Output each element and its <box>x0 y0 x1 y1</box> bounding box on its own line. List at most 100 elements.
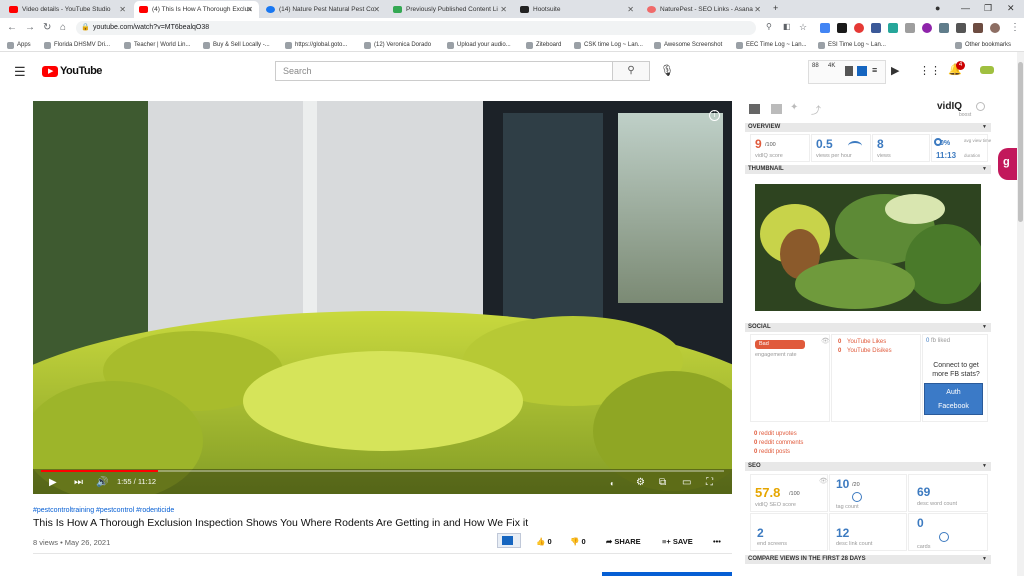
stats-icon[interactable] <box>771 104 782 114</box>
window-close-icon[interactable]: ✕ <box>1007 3 1015 14</box>
play-icon[interactable]: ▶ <box>49 477 57 488</box>
bookmark-item[interactable]: Florida DHSMV Dri... <box>44 39 110 51</box>
avatar[interactable] <box>990 23 1000 33</box>
floating-side-widget[interactable]: g <box>998 148 1018 180</box>
next-icon[interactable]: ⏭ <box>74 477 83 488</box>
bookmark-item[interactable]: Teacher | World Lin... <box>124 39 190 51</box>
desc-link-label: desc link count <box>836 541 873 547</box>
eye-icon[interactable]: 👁 <box>821 337 830 345</box>
close-icon[interactable]: ✕ <box>119 1 126 18</box>
scrollbar[interactable] <box>1017 52 1024 576</box>
tab-search-icon[interactable]: ● <box>935 3 940 13</box>
more-actions-icon[interactable]: ••• <box>713 537 721 546</box>
bookmark-item[interactable]: Awesome Screenshot <box>654 39 722 51</box>
miniplayer-icon[interactable]: ⧉ <box>659 477 666 488</box>
scrollbar-thumb[interactable] <box>1018 62 1023 222</box>
bookmark-item[interactable]: (12) Veronica Dorado <box>364 39 431 51</box>
volume-icon[interactable]: 🔊 <box>96 477 108 488</box>
auth-facebook-button[interactable]: Auth Facebook <box>924 383 983 415</box>
bookmark-item[interactable]: CSK time Log ~ Lan... <box>574 39 643 51</box>
back-icon[interactable]: ← <box>7 22 17 33</box>
bookmark-item[interactable]: Apps <box>7 39 31 51</box>
autoplay-toggle[interactable]: ◐ <box>610 479 615 488</box>
info-icon[interactable]: i <box>709 110 720 121</box>
url-field[interactable]: 🔒 youtube.com/watch?v=MT6bealqO38 <box>76 21 756 35</box>
fullscreen-icon[interactable]: ⛶ <box>706 477 713 488</box>
search-input[interactable]: Search <box>275 61 613 81</box>
section-compare-header[interactable]: COMPARE VIEWS IN THE FIRST 28 DAYS ▼ <box>745 555 991 564</box>
section-seo-header[interactable]: SEO ▼ <box>745 462 991 471</box>
youtube-logo-text[interactable]: YouTube <box>60 65 102 77</box>
vidiq-toolbar[interactable]: 88 4K ≡ <box>808 60 886 84</box>
create-video-icon[interactable]: ▶ <box>891 64 899 77</box>
extension-icon[interactable] <box>888 23 898 33</box>
tab-current-video[interactable]: (4) This Is How A Thorough Exclus ✕ <box>134 1 259 18</box>
chevron-icon[interactable] <box>976 102 985 111</box>
avatar[interactable] <box>980 66 994 74</box>
eye-icon[interactable]: 👁 <box>819 477 828 485</box>
like-button[interactable]: 👍 0 <box>536 537 552 546</box>
bookmark-star-icon[interactable]: ☆ <box>799 22 807 33</box>
share-button[interactable]: ➦ SHARE <box>606 537 641 546</box>
tab-hootsuite[interactable]: Hootsuite ✕ <box>515 1 640 18</box>
forward-icon[interactable]: → <box>25 22 35 33</box>
vidiq-video-button[interactable] <box>497 533 521 548</box>
settings-gear-icon[interactable]: ⚙ <box>636 477 645 488</box>
search-button[interactable]: ⚲ <box>612 61 650 81</box>
bookmark-item[interactable]: Ziteboard <box>526 39 561 51</box>
extension-icon[interactable] <box>820 23 830 33</box>
hamburger-menu-icon[interactable]: ☰ <box>14 64 26 80</box>
close-icon[interactable]: ✕ <box>246 1 253 18</box>
subscribe-button-edge[interactable] <box>602 572 732 576</box>
hashtags[interactable]: #pestcontroltraining #pestcontrol #roden… <box>33 507 174 514</box>
extension-icon[interactable] <box>922 23 932 33</box>
extension-icon[interactable] <box>973 23 983 33</box>
target-icon <box>939 532 949 542</box>
twitter-icon[interactable]: ✦ <box>790 102 798 113</box>
bookmark-item[interactable]: Upload your audio... <box>447 39 511 51</box>
save-button[interactable]: ≡+ SAVE <box>662 537 693 546</box>
tab-asana[interactable]: NaturePest - SEO Links - Asana ✕ <box>642 1 767 18</box>
tab-published-content[interactable]: Previously Published Content Li ✕ <box>388 1 513 18</box>
zoom-icon[interactable]: ⚲ <box>766 22 772 31</box>
extension-icon[interactable] <box>837 23 847 33</box>
section-social-header[interactable]: SOCIAL ▼ <box>745 323 991 332</box>
bookmark-item[interactable]: EEC Time Log ~ Lan... <box>736 39 807 51</box>
reload-icon[interactable]: ↻ <box>43 22 51 33</box>
new-tab-icon[interactable]: + <box>773 3 778 13</box>
trend-icon[interactable]: ⤴ <box>811 102 821 117</box>
extension-icon[interactable] <box>854 23 864 33</box>
share-icon[interactable]: ◧ <box>783 22 791 31</box>
minimize-icon[interactable]: — <box>961 3 970 13</box>
home-icon[interactable]: ⌂ <box>60 22 66 33</box>
extension-icon[interactable] <box>871 23 881 33</box>
extension-icon[interactable] <box>939 23 949 33</box>
bookmark-item[interactable]: Buy & Sell Locally -... <box>203 39 270 51</box>
dislike-button[interactable]: 👎 0 <box>570 537 586 546</box>
dislikes-label: YouTube Disikes <box>847 348 892 354</box>
apps-grid-icon[interactable]: ⋮⋮ <box>919 64 941 77</box>
theater-mode-icon[interactable]: ▭ <box>682 477 691 488</box>
close-icon[interactable]: ✕ <box>627 1 634 18</box>
bookmark-item[interactable]: https://global.goto... <box>285 39 347 51</box>
bookmark-item[interactable]: ESI Time Log ~ Lan... <box>818 39 886 51</box>
grid-view-icon[interactable] <box>749 104 760 114</box>
close-icon[interactable]: ✕ <box>754 1 761 18</box>
puzzle-icon[interactable] <box>956 23 966 33</box>
tab-label: (14) Nature Pest Natural Pest Co <box>279 6 375 13</box>
duration-label: duration <box>964 153 981 158</box>
video-player[interactable]: i ▶ ⏭ 🔊 1:55 / 11:12 ◐ ⚙ ⧉ ▭ ⛶ <box>33 101 732 494</box>
tab-video-details[interactable]: Video details - YouTube Studio ✕ <box>4 1 132 18</box>
microphone-icon[interactable]: 🎙 <box>660 64 674 77</box>
reddit-posts: 0 reddit posts <box>754 449 791 455</box>
menu-dots-icon[interactable]: ⋮ <box>1010 22 1020 33</box>
section-thumbnail-header[interactable]: THUMBNAIL ▼ <box>745 165 991 174</box>
bookmark-item[interactable]: Other bookmarks <box>955 39 1011 51</box>
close-icon[interactable]: ✕ <box>500 1 507 18</box>
bookmark-icon <box>44 42 51 49</box>
maximize-icon[interactable]: ❐ <box>984 3 992 14</box>
extension-icon[interactable] <box>905 23 915 33</box>
section-overview-header[interactable]: OVERVIEW ▼ <box>745 123 991 132</box>
tab-nature-pest-facebook[interactable]: (14) Nature Pest Natural Pest Co ✕ <box>261 1 386 18</box>
close-icon[interactable]: ✕ <box>373 1 380 18</box>
